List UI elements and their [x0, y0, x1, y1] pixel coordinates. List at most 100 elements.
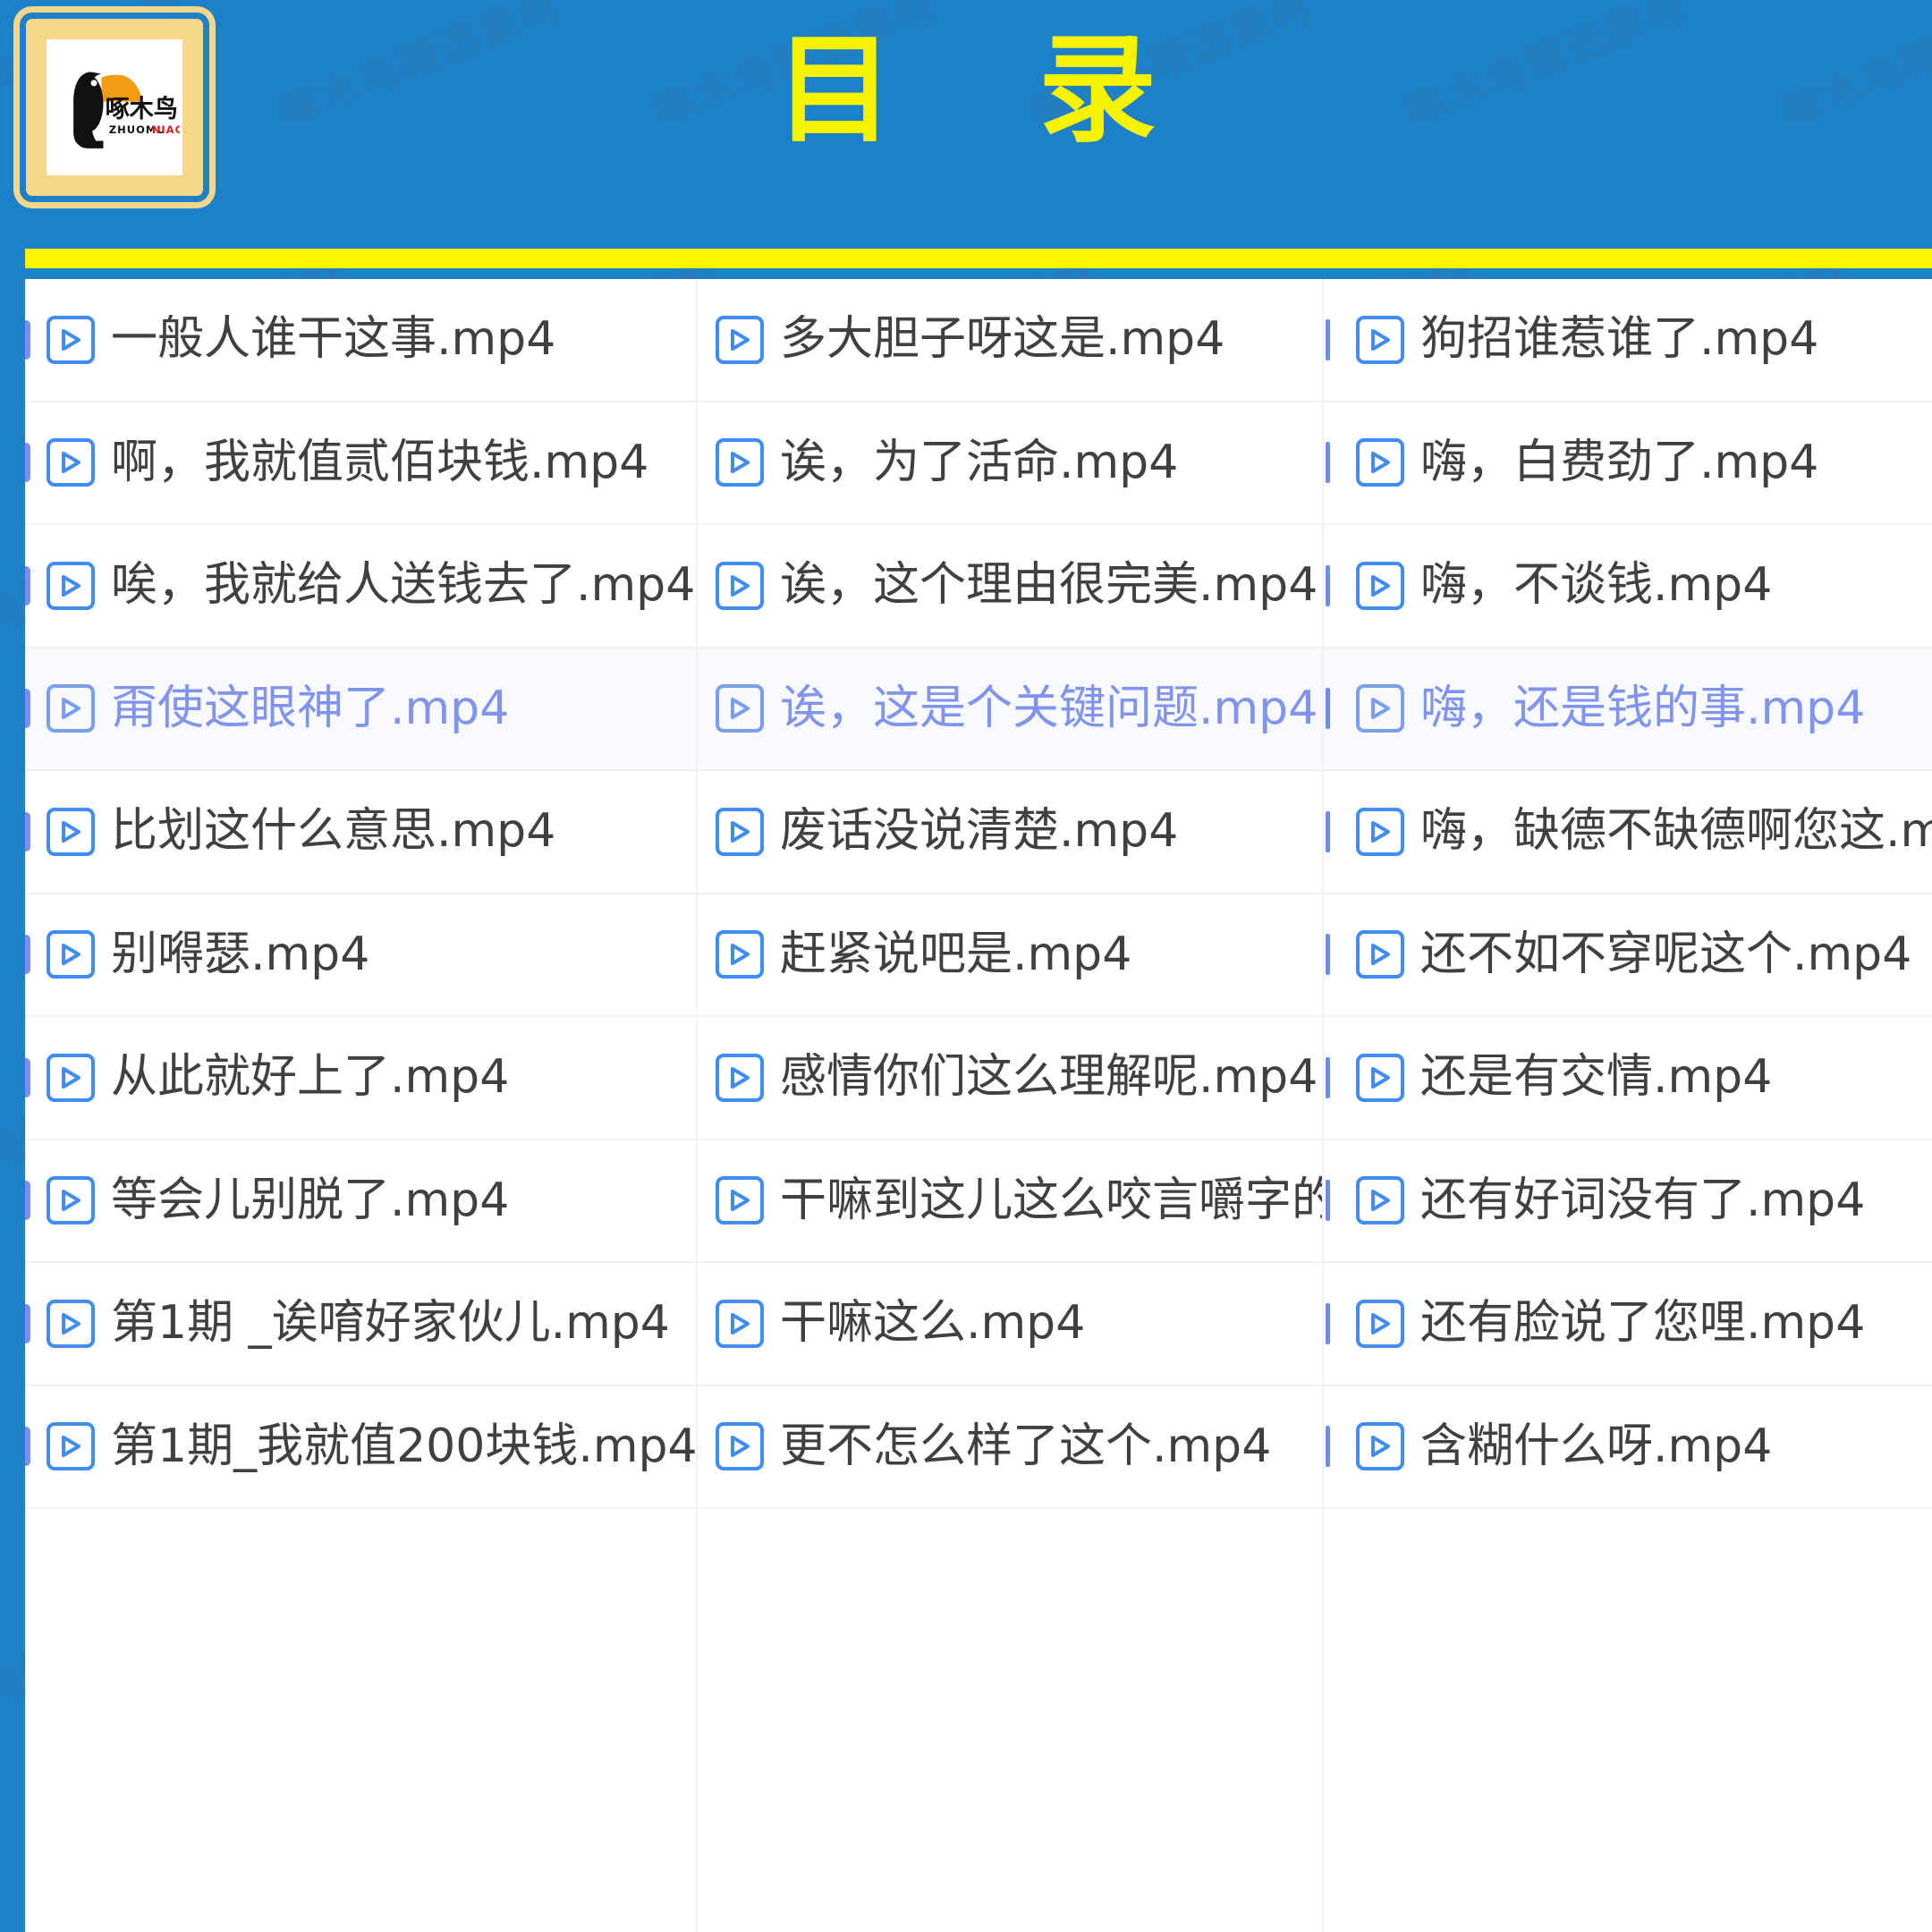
file-name-label: 干嘛到这儿这么咬言嚼字的.mp4	[780, 1173, 1324, 1227]
file-list-item[interactable]: 更不怎么样了这个.mp4	[698, 1386, 1324, 1509]
play-video-icon	[1356, 1422, 1404, 1471]
play-video-icon	[47, 1176, 95, 1225]
file-list-item[interactable]: 第1期 _诶唷好家伙儿.mp4	[25, 1263, 698, 1386]
file-name-label: 第1期 _诶唷好家伙儿.mp4	[111, 1296, 670, 1351]
file-name-label: 感情你们这么理解呢.mp4	[780, 1050, 1318, 1105]
row-checkbox[interactable]	[25, 1057, 30, 1097]
file-list-item[interactable]: 含糊什么呀.mp4	[1324, 1386, 1932, 1509]
file-list-item[interactable]: 狗招谁惹谁了.mp4	[1324, 279, 1932, 402]
file-name-label: 别嘚瑟.mp4	[111, 927, 370, 981]
file-list-column-3: 狗招谁惹谁了.mp4 嗨，白费劲了.mp4 嗨，不谈钱.mp4 嗨，还是钱的事.mp4…	[1324, 279, 1932, 1932]
file-name-label: 诶，这是个关键问题.mp4	[780, 681, 1318, 735]
row-checkbox[interactable]	[1326, 810, 1330, 852]
play-video-icon	[716, 438, 764, 487]
file-list-item[interactable]: 赶紧说吧是.mp4	[698, 894, 1324, 1017]
row-checkbox[interactable]	[1326, 1302, 1330, 1344]
file-name-label: 甭使这眼神了.mp4	[111, 681, 510, 735]
row-checkbox[interactable]	[25, 565, 30, 606]
column-divider-2	[1322, 279, 1324, 1932]
row-checkbox[interactable]	[1326, 442, 1330, 484]
play-video-icon	[47, 684, 95, 733]
play-video-icon	[716, 807, 764, 856]
play-video-icon	[1356, 438, 1404, 487]
row-checkbox[interactable]	[1326, 318, 1330, 360]
file-list-item[interactable]: 感情你们这么理解呢.mp4	[698, 1017, 1324, 1140]
file-name-label: 更不怎么样了这个.mp4	[780, 1419, 1272, 1473]
play-video-icon	[716, 684, 764, 733]
row-checkbox[interactable]	[25, 1427, 30, 1467]
file-name-label: 嗨，白费劲了.mp4	[1420, 435, 1819, 489]
file-name-label: 还不如不穿呢这个.mp4	[1420, 927, 1912, 981]
column-divider-1	[696, 279, 698, 1932]
play-video-icon	[1356, 315, 1404, 364]
row-checkbox[interactable]	[1326, 934, 1330, 976]
play-video-icon	[47, 1053, 95, 1102]
file-name-label: 嗨，缺德不缺德啊您这.mp4	[1420, 804, 1932, 859]
play-video-icon	[47, 438, 95, 487]
file-list-item[interactable]: 从此就好上了.mp4	[25, 1017, 698, 1140]
file-list-item[interactable]: 唉，我就给人送钱去了.mp4	[25, 525, 698, 648]
row-checkbox[interactable]	[25, 1181, 30, 1221]
file-name-label: 第1期_我就值200块钱.mp4	[111, 1419, 698, 1473]
play-video-icon	[716, 315, 764, 364]
file-name-label: 一般人谁干这事.mp4	[111, 312, 556, 367]
file-list-item[interactable]: 干嘛这么.mp4	[698, 1263, 1324, 1386]
file-list-item[interactable]: 还有脸说了您哩.mp4	[1324, 1263, 1932, 1386]
row-checkbox[interactable]	[25, 443, 30, 483]
file-list-item[interactable]: 甭使这眼神了.mp4	[25, 648, 698, 771]
file-list-item[interactable]: 还有好词没有了.mp4	[1324, 1140, 1932, 1263]
play-video-icon	[1356, 1299, 1404, 1348]
file-name-label: 赶紧说吧是.mp4	[780, 927, 1132, 981]
row-checkbox[interactable]	[25, 1303, 30, 1343]
row-checkbox[interactable]	[25, 935, 30, 975]
file-name-label: 等会儿别脱了.mp4	[111, 1173, 510, 1227]
file-list-item[interactable]: 诶，这个理由很完美.mp4	[698, 525, 1324, 648]
file-list-item[interactable]: 干嘛到这儿这么咬言嚼字的.mp4	[698, 1140, 1324, 1263]
file-list-item[interactable]: 嗨，白费劲了.mp4	[1324, 402, 1932, 525]
play-video-icon	[47, 1299, 95, 1348]
file-list-item[interactable]: 比划这什么意思.mp4	[25, 771, 698, 894]
page-header: 啄木鸟 ZHUOMU NIAO 目 录	[0, 0, 1932, 252]
file-list-item[interactable]: 多大胆子呀这是.mp4	[698, 279, 1324, 402]
row-checkbox[interactable]	[1326, 688, 1330, 730]
file-list-item[interactable]: 第1期_我就值200块钱.mp4	[25, 1386, 698, 1509]
row-checkbox[interactable]	[25, 319, 30, 360]
file-list-item[interactable]: 别嘚瑟.mp4	[25, 894, 698, 1017]
file-list-item[interactable]: 啊，我就值贰佰块钱.mp4	[25, 402, 698, 525]
play-video-icon	[47, 1422, 95, 1471]
play-video-icon	[716, 1422, 764, 1471]
file-list-item[interactable]: 废话没说清楚.mp4	[698, 771, 1324, 894]
row-checkbox[interactable]	[1326, 564, 1330, 606]
row-checkbox[interactable]	[1326, 1180, 1330, 1222]
file-list-item[interactable]: 嗨，缺德不缺德啊您这.mp4	[1324, 771, 1932, 894]
row-checkbox[interactable]	[1326, 1426, 1330, 1468]
row-checkbox[interactable]	[1326, 1056, 1330, 1098]
file-name-label: 从此就好上了.mp4	[111, 1050, 510, 1105]
play-video-icon	[1356, 561, 1404, 610]
file-list-column-2: 多大胆子呀这是.mp4 诶，为了活命.mp4 诶，这个理由很完美.mp4 诶，这是个关…	[698, 279, 1324, 1932]
file-list-item[interactable]: 诶，这是个关键问题.mp4	[698, 648, 1324, 771]
file-name-label: 多大胆子呀这是.mp4	[780, 312, 1225, 367]
file-name-label: 啊，我就值贰佰块钱.mp4	[111, 435, 649, 489]
file-name-label: 含糊什么呀.mp4	[1420, 1419, 1773, 1473]
play-video-icon	[47, 561, 95, 610]
file-list-item[interactable]: 还是有交情.mp4	[1324, 1017, 1932, 1140]
play-video-icon	[716, 1176, 764, 1225]
row-checkbox[interactable]	[25, 811, 30, 852]
file-name-label: 还有好词没有了.mp4	[1420, 1173, 1866, 1227]
play-video-icon	[1356, 1176, 1404, 1225]
play-video-icon	[716, 930, 764, 979]
file-name-label: 诶，为了活命.mp4	[780, 435, 1179, 489]
row-checkbox[interactable]	[25, 689, 30, 729]
file-list-item[interactable]: 诶，为了活命.mp4	[698, 402, 1324, 525]
play-video-icon	[716, 1053, 764, 1102]
file-list-item[interactable]: 嗨，还是钱的事.mp4	[1324, 648, 1932, 771]
file-list-item[interactable]: 一般人谁干这事.mp4	[25, 279, 698, 402]
file-name-label: 还是有交情.mp4	[1420, 1050, 1773, 1105]
file-list-column-1: 一般人谁干这事.mp4 啊，我就值贰佰块钱.mp4 唉，我就给人送钱去了.mp4 甭使…	[25, 279, 698, 1932]
play-video-icon	[716, 1299, 764, 1348]
file-name-label: 狗招谁惹谁了.mp4	[1420, 312, 1819, 367]
file-list-item[interactable]: 还不如不穿呢这个.mp4	[1324, 894, 1932, 1017]
file-list-item[interactable]: 嗨，不谈钱.mp4	[1324, 525, 1932, 648]
file-list-item[interactable]: 等会儿别脱了.mp4	[25, 1140, 698, 1263]
